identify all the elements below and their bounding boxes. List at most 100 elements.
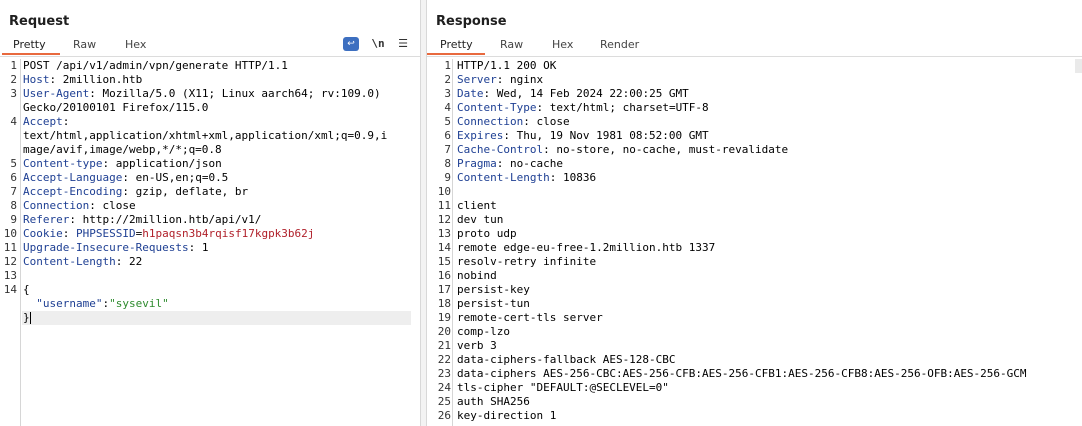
tab-response-raw[interactable]: Raw	[500, 38, 523, 51]
line-number: 1	[10, 59, 17, 72]
line-text: Accept-Encoding: gzip, deflate, br	[23, 185, 249, 198]
header-value: http://2million.htb/api/v1/	[82, 213, 262, 226]
line-text: Referer: http://2million.htb/api/v1/	[23, 213, 262, 226]
text-line: persist-key	[457, 283, 530, 296]
line-number: 26	[437, 409, 451, 422]
header-name: Content-Length	[457, 171, 550, 184]
line-text: Cache-Control: no-store, no-cache, must-…	[457, 143, 789, 156]
text-line: key-direction 1	[457, 409, 557, 422]
tab-request-hex[interactable]: Hex	[125, 38, 146, 51]
line-number: 8	[10, 199, 17, 212]
line-number: 14	[437, 241, 451, 254]
header-value: 10836	[562, 171, 597, 184]
line-number: 1	[444, 59, 451, 72]
text-line: auth SHA256	[457, 395, 530, 408]
line-text: }	[23, 311, 31, 325]
text-line: dev tun	[457, 213, 504, 226]
line-number: 7	[444, 143, 451, 156]
text-line: proto udp	[457, 227, 517, 240]
text-line: data-ciphers AES-256-CBC:AES-256-CFB:AES…	[457, 367, 1027, 380]
header-value: Thu, 19 Nov 1981 08:52:00 GMT	[516, 129, 709, 142]
header-name: User-Agent	[23, 87, 90, 100]
header-name: Connection	[23, 199, 90, 212]
line-text: Accept-Language: en-US,en;q=0.5	[23, 171, 229, 184]
line-text: remote edge-eu-free-1.2million.htb 1337	[457, 241, 715, 255]
text-line: }	[23, 311, 30, 324]
request-title: Request	[9, 14, 70, 29]
line-text: Content-Length: 10836	[457, 171, 597, 184]
active-tab-indicator	[2, 53, 60, 55]
header-value: 2million.htb	[62, 73, 143, 86]
newline-toggle-button[interactable]: \n	[370, 37, 386, 51]
line-number: 24	[437, 381, 451, 394]
header-value: text/html; charset=UTF-8	[549, 101, 709, 114]
line-number: 13	[437, 227, 451, 240]
request-editor[interactable]: 1 POST /api/v1/admin/vpn/generate HTTP/1.…	[0, 59, 420, 426]
line-text: tls-cipher "DEFAULT:@SECLEVEL=0"	[457, 381, 669, 395]
line-number: 5	[10, 157, 17, 170]
line-number: 3	[444, 87, 451, 100]
tab-request-pretty[interactable]: Pretty	[13, 38, 46, 51]
line-text: remote-cert-tls server	[457, 311, 603, 325]
header-value: close	[102, 199, 136, 212]
header-name: Accept-Language	[23, 171, 123, 184]
line-text: "username":"sysevil"	[36, 297, 169, 310]
text-line: remote edge-eu-free-1.2million.htb 1337	[457, 241, 716, 254]
header-value: 22	[128, 255, 143, 268]
text-line: POST /api/v1/admin/vpn/generate HTTP/1.1	[23, 59, 288, 72]
header-name: Content-type	[23, 157, 103, 170]
line-text: proto udp	[457, 227, 517, 241]
header-value: no-cache	[510, 157, 563, 170]
gutter-divider	[20, 59, 21, 426]
line-text: Upgrade-Insecure-Requests: 1	[23, 241, 209, 254]
tab-response-hex[interactable]: Hex	[552, 38, 573, 51]
pane-splitter[interactable]	[420, 0, 427, 426]
text-caret	[29, 312, 31, 324]
line-text: nobind	[457, 269, 497, 283]
tab-response-render[interactable]: Render	[600, 38, 639, 51]
line-number: 20	[437, 325, 451, 338]
line-text: client	[457, 199, 497, 213]
line-text: auth SHA256	[457, 395, 530, 409]
line-text: comp-lzo	[457, 325, 510, 339]
line-text: persist-key	[457, 283, 530, 297]
header-name: Cookie	[23, 227, 63, 240]
line-number: 18	[437, 297, 451, 310]
line-number: 21	[437, 339, 451, 352]
tab-request-raw[interactable]: Raw	[73, 38, 96, 51]
line-text: HTTP/1.1 200 OK	[457, 59, 556, 73]
hamburger-menu-icon[interactable]: ☰	[395, 37, 411, 51]
line-number: 25	[437, 395, 451, 408]
word-wrap-icon[interactable]: ↩	[343, 37, 359, 51]
line-number: 9	[10, 213, 17, 226]
header-name: Connection	[457, 115, 524, 128]
active-tab-indicator	[427, 53, 485, 55]
text-line: HTTP/1.1 200 OK	[457, 59, 557, 72]
line-text: dev tun	[457, 213, 503, 227]
response-editor[interactable]: 1 HTTP/1.1 200 OK 2 Server: nginx 3 Date: Wed…	[427, 59, 1082, 426]
line-text: Host: 2million.htb	[23, 73, 143, 86]
header-value: 1	[201, 241, 209, 254]
http-message-viewer: Request Pretty Raw Hex ↩ \n ☰ 1 POST /api…	[0, 0, 1082, 426]
tab-response-pretty[interactable]: Pretty	[440, 38, 473, 51]
header-value: Wed, 14 Feb 2024 22:00:25 GMT	[496, 87, 689, 100]
header-name: Content-Type	[457, 101, 537, 114]
text-line: {	[23, 283, 30, 296]
line-number: 6	[10, 171, 17, 184]
header-name: Accept	[23, 115, 63, 128]
line-text: Content-type: application/json	[23, 157, 222, 170]
line-text: Connection: close	[457, 115, 570, 128]
text-line: verb 3	[457, 339, 497, 352]
header-value: Mozilla/5.0 (X11; Linux aarch64; rv:109.…	[102, 87, 381, 100]
header-name: Expires	[457, 129, 504, 142]
line-number: 4	[444, 101, 451, 114]
header-name: Content-Length	[23, 255, 116, 268]
header-name: Host	[23, 73, 50, 86]
line-number: 22	[437, 353, 451, 366]
line-text: Content-Type: text/html; charset=UTF-8	[457, 101, 709, 114]
line-number: 5	[444, 115, 451, 128]
header-name: Cache-Control	[457, 143, 544, 156]
line-number: 12	[3, 255, 17, 268]
line-number: 10	[437, 185, 451, 198]
text-line: mage/avif,image/webp,*/*;q=0.8	[23, 143, 222, 156]
